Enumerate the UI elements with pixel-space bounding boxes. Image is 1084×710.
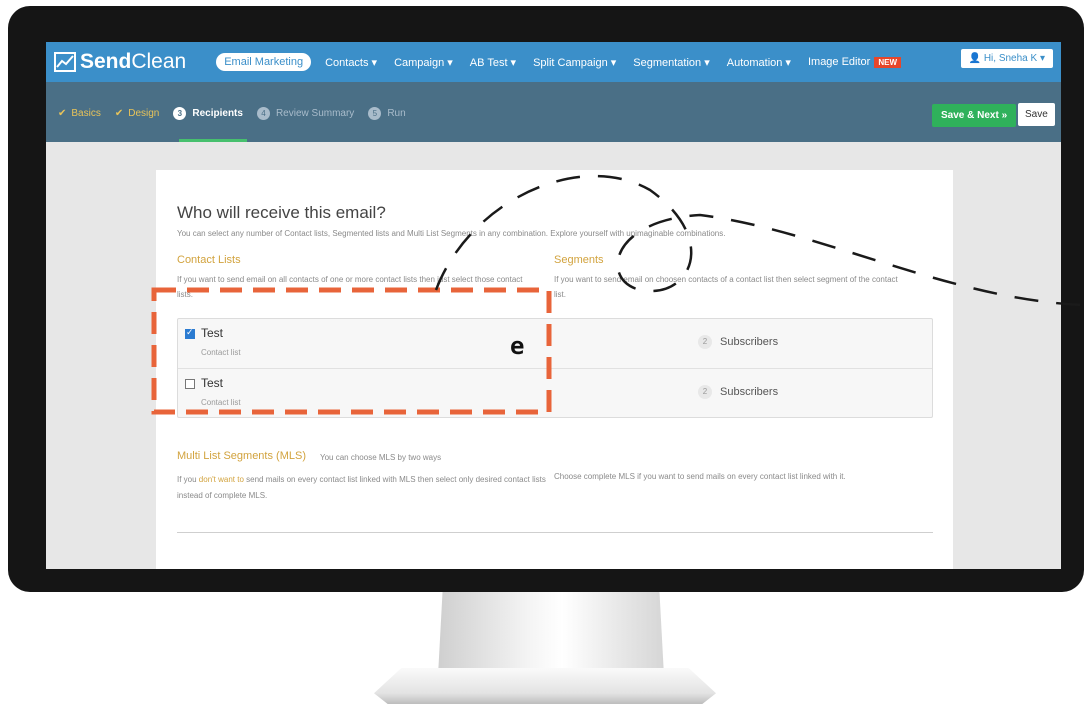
annotation-overlay xyxy=(151,174,1084,415)
annotation-marker: e xyxy=(510,332,525,360)
dashed-pointer-line xyxy=(434,174,1084,307)
highlight-dashed-box xyxy=(151,287,552,415)
